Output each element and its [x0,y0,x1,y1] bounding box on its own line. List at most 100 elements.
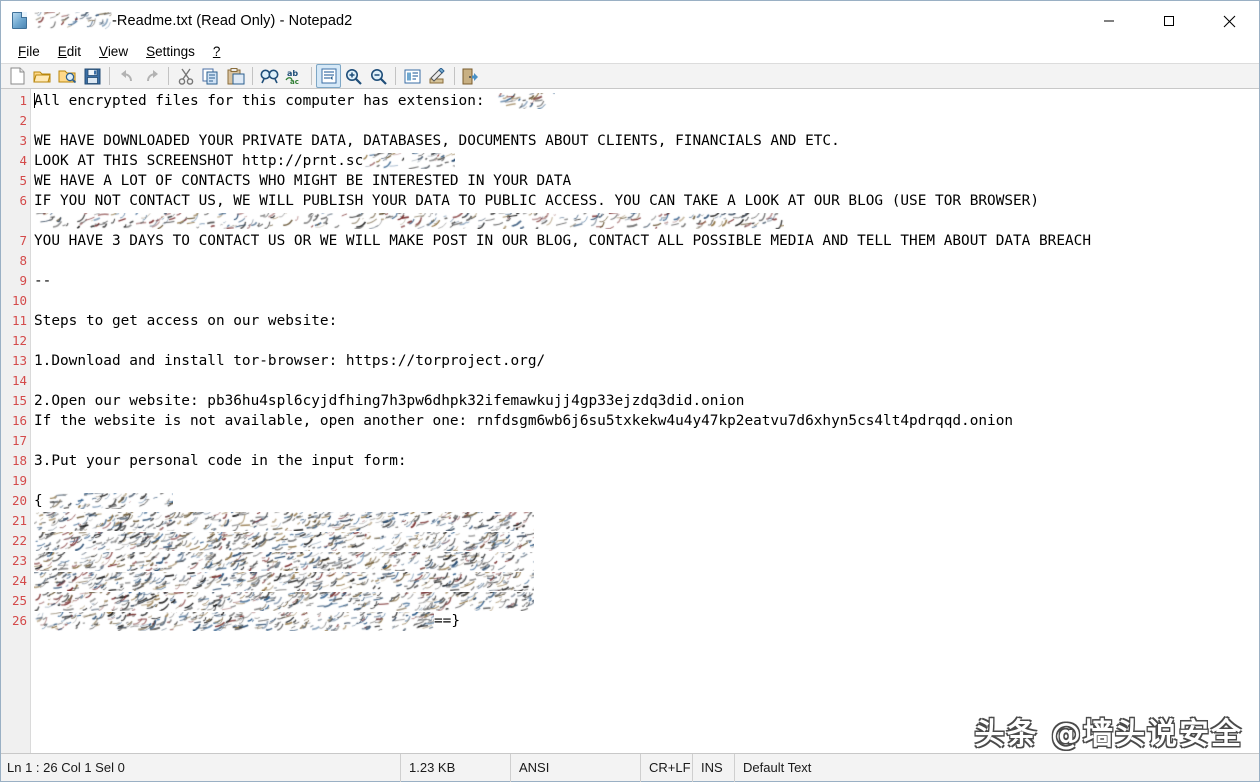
text-line[interactable]: If the website is not available, open an… [34,411,1259,431]
browse-file-icon[interactable] [55,64,80,88]
line-text-suffix: ==} [434,613,460,629]
text-line[interactable] [34,251,1259,271]
text-line[interactable]: { [34,491,1259,511]
line-number: 23 [11,553,27,568]
window-title: -Readme.txt (Read Only) - Notepad2 [34,12,352,30]
text-line[interactable]: -- [34,271,1259,291]
line-text: WE HAVE DOWNLOADED YOUR PRIVATE DATA, DA… [34,133,840,149]
status-encoding[interactable]: ANSI [511,753,641,782]
line-text: { [34,493,43,509]
line-number: 11 [11,313,27,328]
menu-settings[interactable]: Settings [137,43,204,61]
redacted-wrapped-text [34,213,784,229]
line-number: 16 [11,413,27,428]
line-text: IF YOU NOT CONTACT US, WE WILL PUBLISH Y… [34,193,1040,209]
menu-edit[interactable]: Edit [49,43,90,61]
menu-view[interactable]: View [90,43,137,61]
text-line[interactable]: 3.Put your personal code in the input fo… [34,451,1259,471]
paste-icon[interactable] [223,64,248,88]
text-line[interactable] [34,551,1259,571]
zoom-in-icon[interactable] [341,64,366,88]
toolbar: ab ac [1,63,1259,89]
redacted-code-block [34,611,434,631]
notepad2-window: -Readme.txt (Read Only) - Notepad2 File … [0,0,1260,782]
text-line[interactable]: WE HAVE DOWNLOADED YOUR PRIVATE DATA, DA… [34,131,1259,151]
text-line[interactable]: IF YOU NOT CONTACT US, WE WILL PUBLISH Y… [34,191,1259,211]
replace-icon[interactable]: ab ac [282,64,307,88]
menu-file[interactable]: File [9,43,49,61]
text-line[interactable] [34,591,1259,611]
text-line[interactable]: WE HAVE A LOT OF CONTACTS WHO MIGHT BE I… [34,171,1259,191]
exit-icon[interactable] [459,64,484,88]
text-line[interactable] [34,571,1259,591]
text-line[interactable] [34,511,1259,531]
close-button[interactable] [1199,1,1259,41]
status-cursor-position: Ln 1 : 26 Col 1 Sel 0 [1,753,401,782]
redacted-code-block [34,571,534,591]
text-line[interactable]: ==} [34,611,1259,631]
text-line[interactable] [34,431,1259,451]
editor-area[interactable]: 1 2 3 4 5 6 7 8 9 10 11 12 13 14 15 16 17 18 19 20 21 22 23 24 2… [1,89,1259,753]
toolbar-separator [311,67,312,85]
line-number: 9 [19,273,27,288]
window-title-text: -Readme.txt (Read Only) - Notepad2 [112,13,353,29]
status-scheme[interactable]: Default Text [735,754,1259,782]
line-number-gutter: 1 2 3 4 5 6 7 8 9 10 11 12 13 14 15 16 17 18 19 20 21 22 23 24 2… [1,89,31,753]
line-text: 3.Put your personal code in the input fo… [34,453,407,469]
line-text: All encrypted files for this computer ha… [34,93,494,109]
line-number: 12 [11,333,27,348]
find-icon[interactable] [257,64,282,88]
text-line[interactable] [34,331,1259,351]
line-text: If the website is not available, open an… [34,413,1014,429]
word-wrap-icon[interactable] [316,64,341,88]
line-number: 22 [11,533,27,548]
line-number: 24 [11,573,27,588]
open-file-icon[interactable] [30,64,55,88]
line-number: 3 [19,133,27,148]
line-text: 1.Download and install tor-browser: http… [34,353,546,369]
maximize-button[interactable] [1139,1,1199,41]
redacted-text [42,493,173,509]
text-line[interactable]: YOU HAVE 3 DAYS TO CONTACT US OR WE WILL… [34,231,1259,251]
scheme-icon[interactable] [400,64,425,88]
scheme-options-icon[interactable] [425,64,450,88]
status-insert-mode[interactable]: INS [693,753,735,782]
minimize-button[interactable] [1079,1,1139,41]
save-file-icon[interactable] [80,64,105,88]
text-line[interactable]: Steps to get access on our website: [34,311,1259,331]
toolbar-separator [109,67,110,85]
menu-help[interactable]: ? [204,43,230,61]
text-line[interactable]: All encrypted files for this computer ha… [34,91,1259,111]
svg-text:ab: ab [287,69,298,78]
line-number: 14 [11,373,27,388]
redacted-title-prefix [34,12,112,30]
line-number: 10 [11,293,27,308]
zoom-out-icon[interactable] [366,64,391,88]
line-number: 2 [19,113,27,128]
line-number: 26 [11,613,27,628]
redacted-text [493,93,556,109]
line-number: 1 [19,93,27,108]
text-line[interactable] [34,111,1259,131]
line-text: -- [34,273,52,289]
text-line[interactable] [34,371,1259,391]
line-text: 2.Open our website: pb36hu4spl6cyjdfhing… [34,393,745,409]
text-line[interactable] [34,211,1259,231]
cut-icon[interactable] [173,64,198,88]
text-line[interactable]: 1.Download and install tor-browser: http… [34,351,1259,371]
text-line[interactable] [34,291,1259,311]
text-line[interactable]: 2.Open our website: pb36hu4spl6cyjdfhing… [34,391,1259,411]
text-content[interactable]: All encrypted files for this computer ha… [31,89,1259,753]
text-line[interactable] [34,471,1259,491]
line-text: YOU HAVE 3 DAYS TO CONTACT US OR WE WILL… [34,233,1091,249]
text-line[interactable] [34,531,1259,551]
undo-icon[interactable] [114,64,139,88]
text-line[interactable]: LOOK AT THIS SCREENSHOT http://prnt.sc [34,151,1259,171]
copy-icon[interactable] [198,64,223,88]
new-file-icon[interactable] [5,64,30,88]
line-number: 17 [11,433,27,448]
redo-icon[interactable] [139,64,164,88]
redacted-code-block [34,591,534,611]
status-line-endings[interactable]: CR+LF [641,753,693,782]
line-number: 20 [11,493,27,508]
